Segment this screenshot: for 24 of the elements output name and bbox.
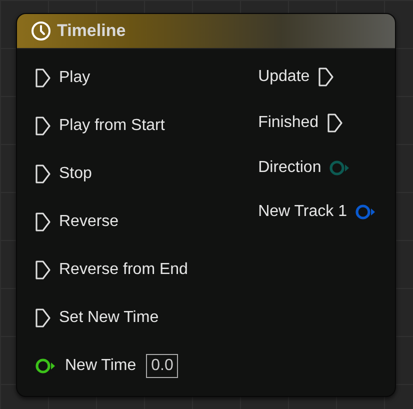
pin-label: Play [59, 69, 90, 87]
exec-pin-icon[interactable] [35, 164, 51, 184]
pin-label: Reverse [59, 213, 119, 231]
pin-label: New Track 1 [258, 203, 347, 221]
data-pin-icon[interactable] [35, 358, 57, 374]
pin-label: Play from Start [59, 117, 165, 135]
exec-pin-icon[interactable] [318, 67, 334, 87]
exec-pin-icon[interactable] [35, 260, 51, 280]
clock-icon [31, 21, 51, 41]
pin-label: Stop [59, 165, 92, 183]
exec-pin-icon[interactable] [326, 113, 343, 133]
pin-label: Finished [258, 114, 319, 132]
node-title: Timeline [57, 21, 126, 41]
pin-label: New Time [65, 357, 136, 375]
pin-label: Update [258, 68, 310, 86]
pin-label: Reverse from End [59, 261, 188, 279]
timeline-node[interactable]: Timeline Play Play from Start Stop Reverse Reverse from End Set New Time New Time 0.0 Update Finished Direction New Track 1 [16, 13, 396, 397]
pin-label: Direction [258, 159, 322, 177]
value-field[interactable]: 0.0 [146, 354, 178, 378]
pin-label: Set New Time [59, 309, 159, 327]
exec-pin-icon[interactable] [35, 212, 51, 232]
exec-pin-icon[interactable] [35, 116, 51, 136]
exec-pin-icon[interactable] [35, 308, 51, 328]
exec-pin-icon[interactable] [35, 68, 51, 88]
